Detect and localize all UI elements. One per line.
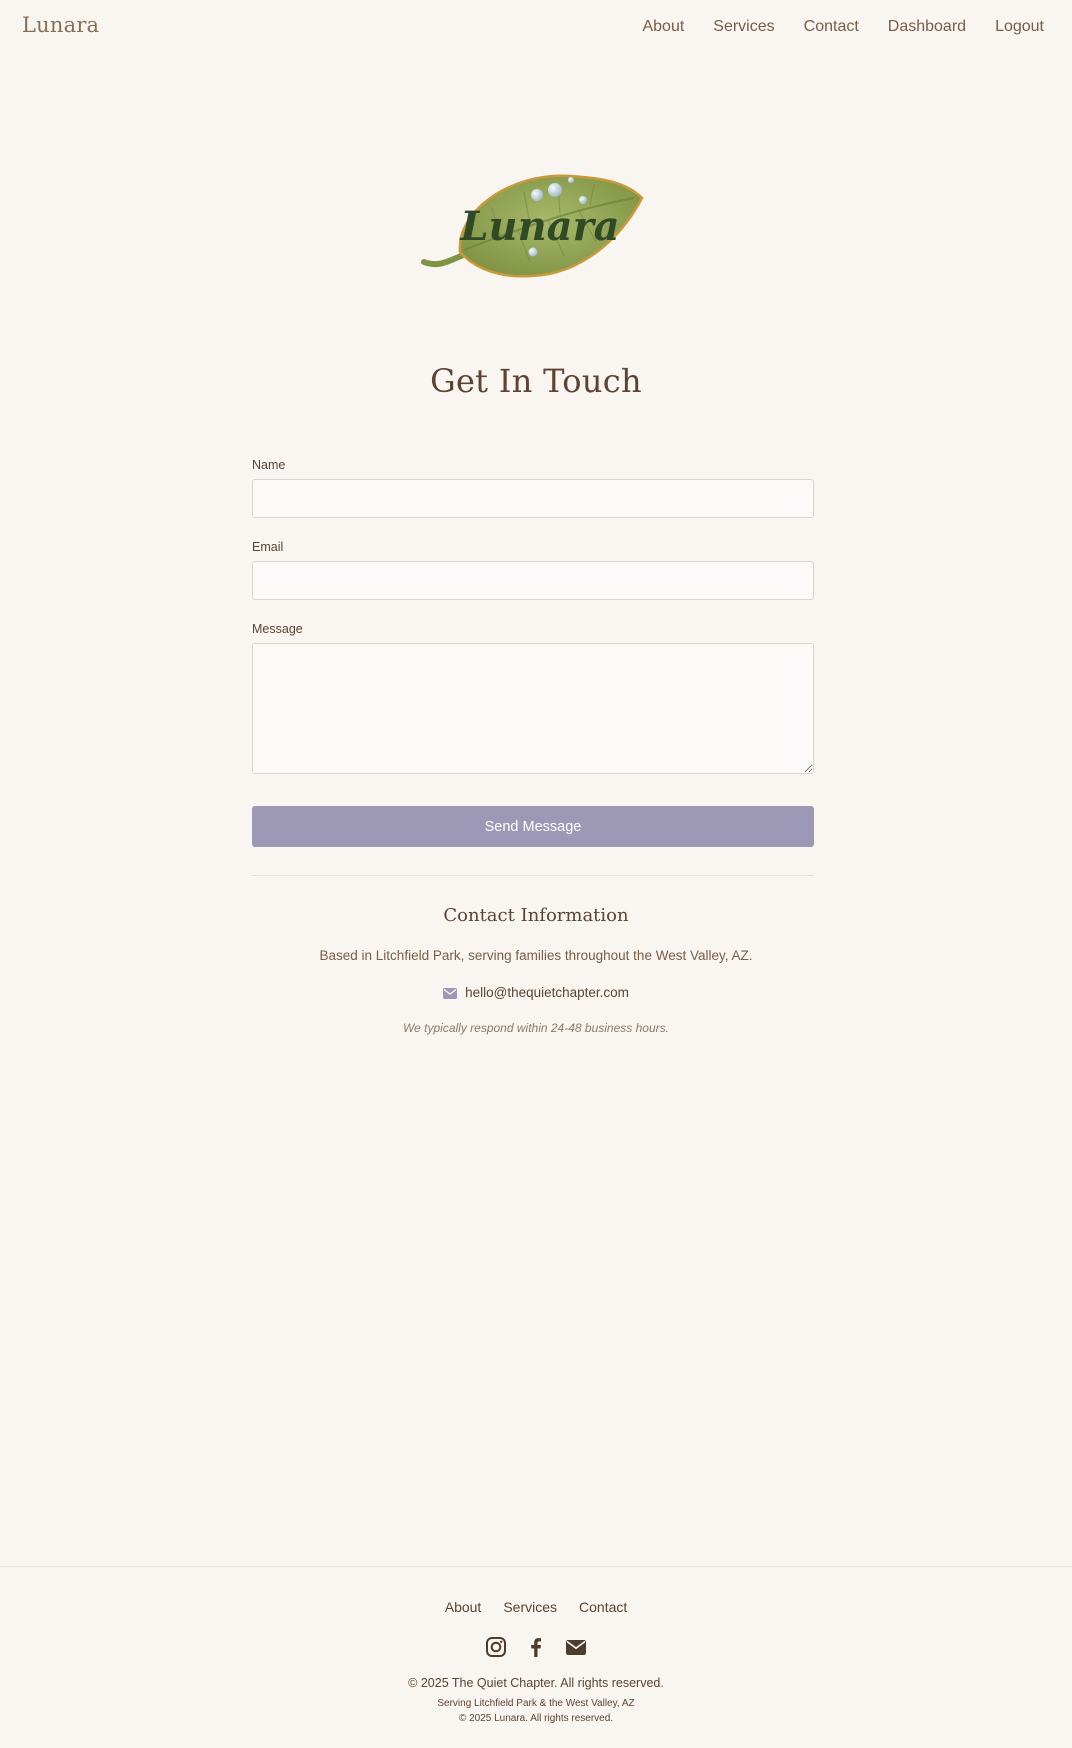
response-time-note: We typically respond within 24-48 busine… bbox=[403, 1021, 669, 1035]
contact-form: Name Email Message bbox=[252, 458, 814, 796]
email-label: Email bbox=[252, 540, 284, 554]
leaf-logo: Lunara bbox=[420, 162, 646, 282]
footer-link-about[interactable]: About bbox=[445, 1599, 482, 1615]
email-group: Email bbox=[252, 540, 814, 600]
instagram-icon[interactable] bbox=[485, 1636, 507, 1658]
footer-copyright: © 2025 The Quiet Chapter. All rights res… bbox=[408, 1676, 664, 1690]
name-label: Name bbox=[252, 458, 286, 472]
page-title: Get In Touch bbox=[430, 362, 642, 400]
logo-text: Lunara bbox=[459, 203, 619, 250]
brand-logo-text[interactable]: Lunara bbox=[22, 13, 99, 37]
nav-services[interactable]: Services bbox=[713, 18, 774, 36]
top-navigation: Lunara About Services Contact Dashboard … bbox=[0, 0, 1072, 58]
footer-divider bbox=[0, 1566, 1072, 1567]
message-field[interactable] bbox=[252, 643, 814, 774]
nav-dashboard[interactable]: Dashboard bbox=[888, 18, 966, 36]
name-group: Name bbox=[252, 458, 814, 518]
divider bbox=[252, 875, 814, 876]
email-field[interactable] bbox=[252, 561, 814, 600]
contact-info-email-row: hello@thequietchapter.com bbox=[0, 985, 1072, 1002]
message-label: Message bbox=[252, 622, 303, 636]
footer-link-contact[interactable]: Contact bbox=[579, 1599, 627, 1615]
message-group: Message bbox=[252, 622, 814, 774]
footer-links: About Services Contact bbox=[0, 1599, 1072, 1615]
contact-email-link[interactable]: hello@thequietchapter.com bbox=[465, 985, 629, 1000]
envelope-icon bbox=[443, 987, 458, 1002]
leaf-logo-icon: Lunara bbox=[421, 174, 644, 278]
contact-info-title: Contact Information bbox=[443, 905, 629, 926]
nav-about[interactable]: About bbox=[642, 18, 684, 36]
email-icon[interactable] bbox=[565, 1636, 587, 1658]
nav-contact[interactable]: Contact bbox=[804, 18, 859, 36]
footer-serving: Serving Litchfield Park & the West Valle… bbox=[437, 1698, 635, 1709]
contact-info-location: Based in Litchfield Park, serving famili… bbox=[319, 948, 753, 963]
nav-links: About Services Contact Dashboard Logout bbox=[642, 18, 1044, 36]
social-icons bbox=[0, 1636, 1072, 1658]
name-field[interactable] bbox=[252, 479, 814, 518]
footer-copyright-secondary: © 2025 Lunara. All rights reserved. bbox=[458, 1713, 614, 1724]
footer-link-services[interactable]: Services bbox=[503, 1599, 557, 1615]
nav-logout[interactable]: Logout bbox=[995, 18, 1044, 36]
facebook-icon[interactable] bbox=[525, 1636, 547, 1658]
send-message-button[interactable]: Send Message bbox=[252, 806, 814, 847]
